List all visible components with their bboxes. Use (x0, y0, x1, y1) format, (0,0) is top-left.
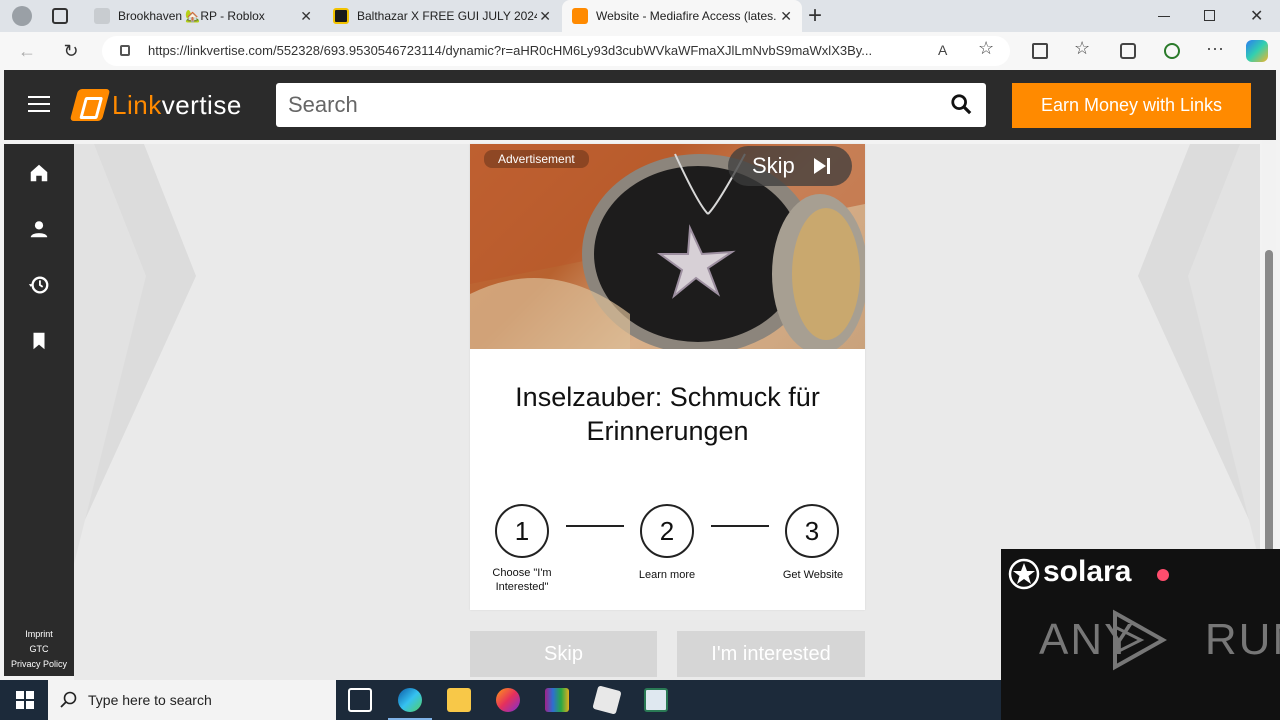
new-tab-button[interactable]: + (808, 2, 822, 30)
bookmark-icon[interactable] (28, 330, 50, 352)
left-chevron-decoration (74, 144, 196, 564)
back-icon[interactable]: ← (16, 40, 38, 62)
windows-taskbar: Type here to search (0, 680, 1001, 720)
ad-headline: Inselzauber: Schmuck für Erinnerungen (515, 382, 820, 446)
gtc-link[interactable]: GTC (4, 642, 74, 657)
solara-overlay: solara ANY RUN (1001, 549, 1280, 720)
step-2-label: Learn more (638, 569, 696, 581)
ad-card: Advertisement Skip Inselzauber: Schmuck … (470, 144, 865, 610)
linkvertise-logo[interactable]: Linkvertise (69, 88, 242, 122)
minimize-icon[interactable] (1158, 16, 1170, 17)
edge-browser-icon[interactable] (398, 688, 422, 712)
favorites-icon[interactable]: ☆ (1074, 38, 1090, 59)
solara-wordmark: solara (1043, 555, 1132, 588)
search-placeholder: Search (288, 92, 358, 117)
ad-image[interactable]: Advertisement Skip (470, 144, 865, 349)
step-1-circle: 1 (495, 504, 549, 558)
privacy-policy-link[interactable]: Privacy Policy (4, 657, 74, 672)
im-interested-button[interactable]: I'm interested (677, 631, 865, 677)
solara-star-icon (1008, 558, 1040, 590)
logo-text-vertise: vertise (161, 89, 242, 120)
close-tab-icon[interactable]: ✕ (780, 8, 792, 25)
search-icon[interactable] (950, 93, 972, 115)
skip-button[interactable]: Skip (470, 631, 657, 677)
browser-tab-bar: Brookhaven 🏡RP - Roblox ✕ Balthazar X FR… (0, 0, 1280, 32)
search-icon (60, 691, 77, 708)
tab-mediafire[interactable]: Website - Mediafire Access (lates... ✕ (562, 0, 802, 32)
read-aloud-icon[interactable]: A (938, 42, 947, 58)
extensions-icon[interactable] (1164, 43, 1180, 59)
search-input[interactable]: Search (276, 83, 986, 127)
step-1-label: Choose "I'm Interested" (492, 567, 552, 593)
tab-label: Balthazar X FREE GUI JULY 2024 | ... (357, 9, 537, 23)
close-tab-icon[interactable]: ✕ (539, 8, 551, 25)
url-field[interactable]: https://linkvertise.com/552328/693.95305… (102, 36, 1010, 66)
refresh-icon[interactable]: ↻ (60, 40, 82, 62)
close-tab-icon[interactable]: ✕ (300, 8, 312, 25)
sidebar-footer: Imprint GTC Privacy Policy (4, 627, 74, 672)
favorite-star-icon[interactable]: ☆ (978, 38, 994, 59)
tab-actions-icon[interactable] (52, 8, 68, 24)
tab-brookhaven[interactable]: Brookhaven 🏡RP - Roblox ✕ (84, 0, 322, 32)
close-window-icon[interactable]: ✕ (1250, 6, 1263, 26)
windows-start-icon[interactable] (16, 691, 34, 709)
earn-money-button[interactable]: Earn Money with Links (1012, 83, 1251, 128)
site-header: Linkvertise Search Earn Money with Links (4, 70, 1276, 140)
logo-text-link: Link (112, 89, 162, 120)
imprint-link[interactable]: Imprint (4, 627, 74, 642)
url-text: https://linkvertise.com/552328/693.95305… (148, 43, 873, 58)
collections-icon[interactable] (1120, 43, 1136, 59)
copilot-icon[interactable] (1246, 40, 1268, 62)
sidebar: Imprint GTC Privacy Policy (4, 144, 74, 676)
roblox-favicon-icon (94, 8, 110, 24)
history-icon[interactable] (28, 274, 50, 296)
home-icon[interactable] (28, 162, 50, 184)
task-view-icon[interactable] (348, 688, 372, 712)
tab-balthazar[interactable]: Balthazar X FREE GUI JULY 2024 | ... ✕ (323, 0, 561, 32)
balthazar-favicon-icon (333, 8, 349, 24)
step-3-label: Get Website (782, 569, 844, 581)
roblox-icon[interactable] (592, 685, 622, 715)
step-connector (711, 525, 769, 527)
restore-icon[interactable] (1204, 10, 1215, 21)
skip-ad-button[interactable]: Skip (728, 146, 852, 186)
tab-label: Brookhaven 🏡RP - Roblox (118, 9, 265, 23)
step-connector (566, 525, 624, 527)
anyrun-play-icon (1113, 609, 1167, 671)
taskbar-search-placeholder: Type here to search (88, 692, 212, 708)
anyrun-watermark: ANY RUN (1037, 609, 1280, 671)
user-icon[interactable] (28, 218, 50, 240)
linkvertise-favicon-icon (572, 8, 588, 24)
profile-avatar[interactable] (12, 6, 32, 26)
step-2-circle: 2 (640, 504, 694, 558)
address-bar-row: ← ↻ https://linkvertise.com/552328/693.9… (0, 32, 1280, 70)
taskbar-search-input[interactable]: Type here to search (48, 680, 336, 720)
linkvertise-logo-icon (69, 89, 111, 121)
hamburger-menu-icon[interactable] (28, 96, 50, 114)
split-screen-icon[interactable] (1032, 43, 1048, 59)
advertisement-label: Advertisement (484, 150, 589, 168)
skip-forward-icon (814, 158, 830, 174)
more-menu-icon[interactable]: ··· (1206, 38, 1224, 59)
skip-ad-label: Skip (752, 153, 795, 178)
firefox-icon[interactable] (496, 688, 520, 712)
tab-label: Website - Mediafire Access (lates... (596, 9, 776, 23)
winrar-icon[interactable] (545, 688, 569, 712)
step-3-circle: 3 (785, 504, 839, 558)
file-explorer-icon[interactable] (447, 688, 471, 712)
lock-icon (120, 45, 130, 56)
app-window-icon[interactable] (644, 688, 668, 712)
solara-status-dot (1157, 569, 1169, 581)
